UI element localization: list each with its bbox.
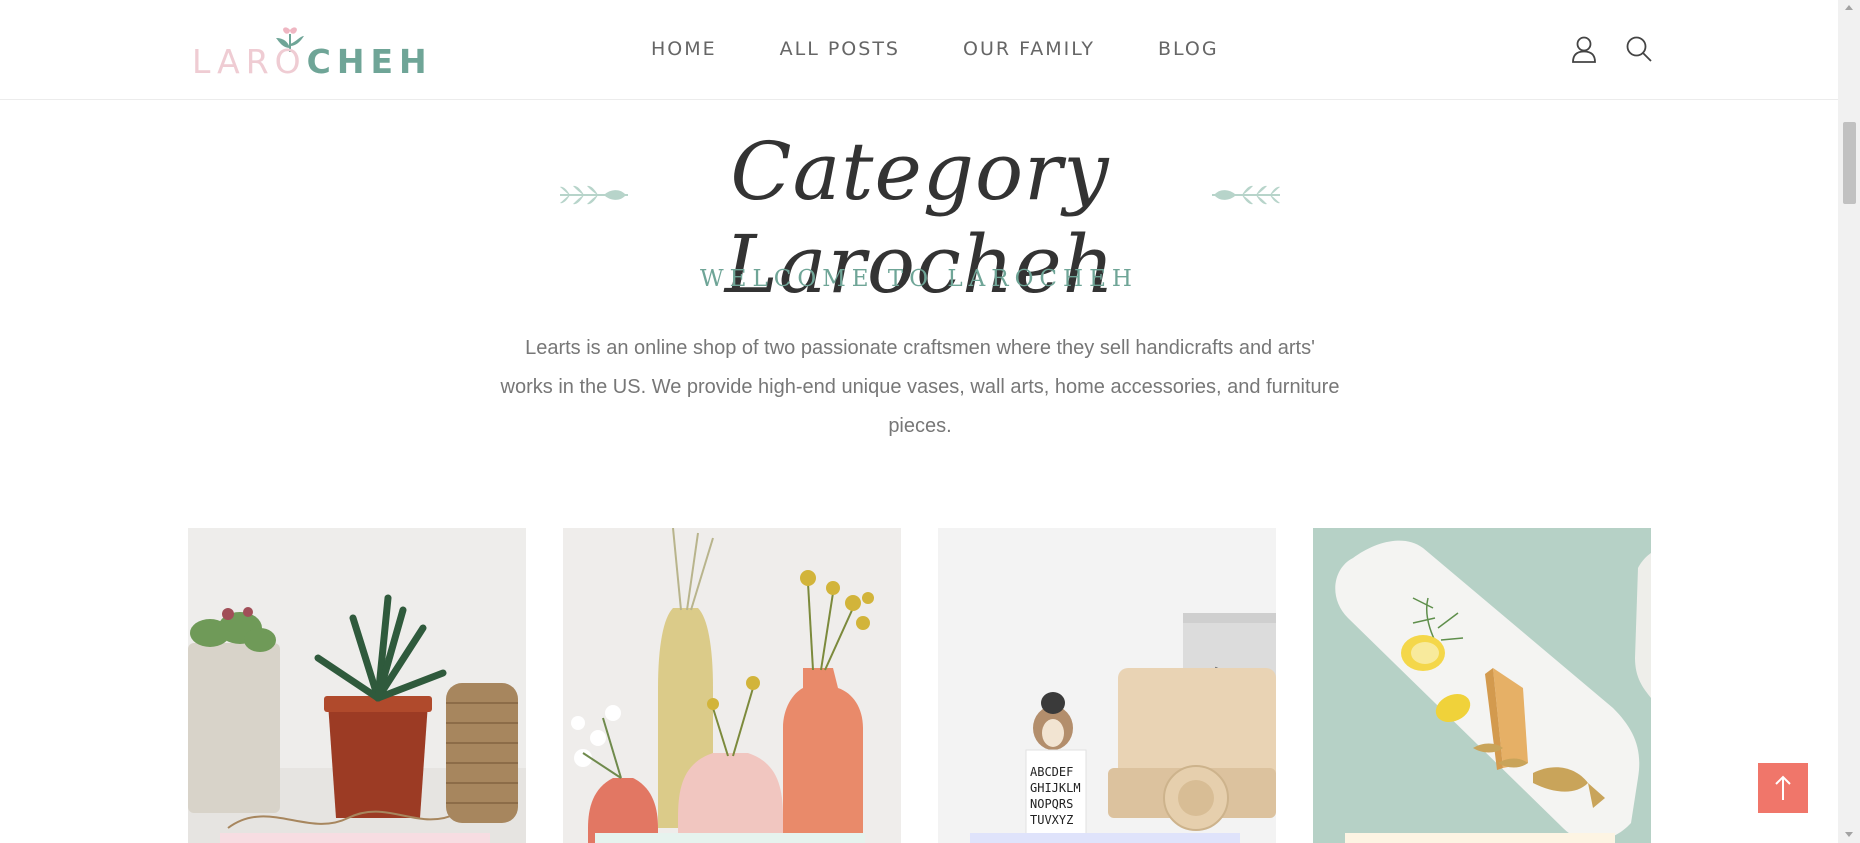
product-card-3[interactable]: hay ABCDEF GHIJKLM NOPQRS TUVXYZ bbox=[938, 528, 1276, 843]
nav-our-family[interactable]: OUR FAMILY bbox=[963, 38, 1095, 60]
logo-part-2: CHEH bbox=[306, 42, 433, 81]
user-icon[interactable] bbox=[1569, 34, 1599, 64]
vases-image bbox=[563, 528, 901, 843]
page-scrollbar[interactable] bbox=[1838, 0, 1860, 843]
product-card-4[interactable] bbox=[1313, 528, 1651, 843]
laurel-right-icon bbox=[1212, 185, 1280, 205]
back-to-top-button[interactable] bbox=[1758, 763, 1808, 813]
scroll-down-arrow[interactable] bbox=[1845, 832, 1853, 837]
nav-blog[interactable]: BLOG bbox=[1158, 38, 1219, 60]
main-nav: HOME ALL POSTS OUR FAMILY BLOG bbox=[651, 38, 1219, 60]
nav-all-posts[interactable]: ALL POSTS bbox=[780, 38, 900, 60]
logo-part-1: LARO bbox=[192, 42, 307, 81]
site-logo[interactable]: LAROCHEH bbox=[192, 22, 427, 82]
svg-text:NOPQRS: NOPQRS bbox=[1030, 797, 1073, 811]
hero-description: Learts is an online shop of two passiona… bbox=[500, 337, 1340, 437]
site-header: LAROCHEH HOME ALL POSTS OUR FAMILY BLOG bbox=[0, 0, 1838, 100]
svg-text:TUVXYZ: TUVXYZ bbox=[1030, 813, 1073, 827]
scroll-up-arrow[interactable] bbox=[1845, 5, 1853, 10]
svg-text:GHIJKLM: GHIJKLM bbox=[1030, 781, 1081, 795]
arrow-up-icon bbox=[1775, 775, 1791, 800]
search-icon[interactable] bbox=[1624, 34, 1654, 64]
scroll-thumb[interactable] bbox=[1843, 122, 1856, 204]
wooden-toys-image: hay ABCDEF GHIJKLM NOPQRS TUVXYZ bbox=[938, 528, 1276, 843]
nav-home[interactable]: HOME bbox=[651, 38, 717, 60]
svg-text:ABCDEF: ABCDEF bbox=[1030, 765, 1073, 779]
product-card-1[interactable] bbox=[188, 528, 526, 843]
hero-title-block: Category Larocheh bbox=[560, 125, 1280, 311]
marble-board-image bbox=[1313, 528, 1651, 843]
succulents-image bbox=[188, 528, 526, 843]
product-card-2[interactable] bbox=[563, 528, 901, 843]
hero-subtitle: WELCOME TO LAROCHEH bbox=[700, 266, 1138, 292]
